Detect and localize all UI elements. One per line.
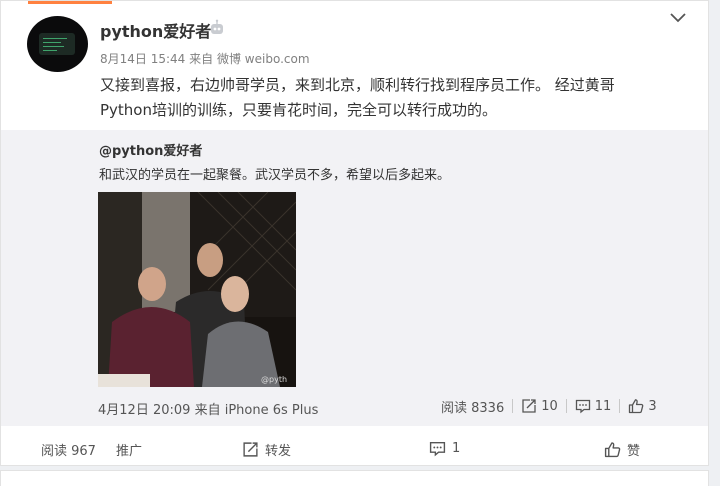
comment-count: 1 (452, 441, 461, 456)
repost-comment-button[interactable]: 11 (575, 398, 612, 414)
repost-count: 10 (541, 398, 558, 414)
post-username[interactable]: python爱好者 (100, 18, 211, 42)
chevron-down-icon[interactable] (669, 11, 687, 25)
avatar-screen-graphic (39, 33, 75, 55)
photo-watermark: @pyth (261, 375, 288, 384)
comment-icon (575, 399, 590, 414)
avatar[interactable] (27, 16, 88, 72)
repost-text: 和武汉的学员在一起聚餐。武汉学员不多，希望以后多起来。 (99, 168, 451, 183)
repost-time[interactable]: 4月12日 20:09 (98, 403, 190, 418)
promote-button[interactable]: 推广 (116, 440, 142, 459)
repost-icon (243, 442, 258, 457)
divider (619, 399, 621, 413)
divider (565, 399, 567, 413)
repost-read-count: 阅读 8336 (441, 400, 505, 416)
post-read-count: 阅读 967 (41, 444, 96, 459)
repost-stats: 阅读 8336 10 11 3 (441, 397, 657, 416)
thumbs-up-icon (604, 442, 621, 458)
post-action-bar: 阅读 967 推广 转发 1 赞 (1, 429, 708, 466)
active-tab-indicator (28, 1, 112, 4)
weibo-post-card: python爱好者 8月14日 15:44 来自 微博 weibo.com 又接… (0, 0, 709, 466)
from-label: 来自 (189, 52, 214, 66)
like-label: 赞 (627, 444, 641, 459)
like-count: 3 (648, 398, 657, 414)
divider (512, 399, 514, 413)
post-meta: 8月14日 15:44 来自 微博 weibo.com (100, 50, 310, 67)
next-post-card-edge (0, 470, 709, 486)
repost-repost-button[interactable]: 10 (521, 398, 558, 414)
repost-username[interactable]: @python爱好者 (99, 140, 202, 159)
repost-icon (522, 399, 536, 413)
reposted-content: @python爱好者 和武汉的学员在一起聚餐。武汉学员不多，希望以后多起来。 @… (1, 130, 708, 426)
robot-badge-icon[interactable] (208, 19, 226, 37)
comment-icon (429, 441, 446, 457)
repost-label: 转发 (265, 444, 292, 459)
repost-button[interactable]: 转发 (242, 440, 291, 459)
post-text: 又接到喜报，右边帅哥学员，来到北京，顺利转行找到程序员工作。 经过黄哥 Pyth… (100, 73, 675, 123)
comment-button[interactable]: 1 (429, 440, 460, 457)
like-button[interactable]: 赞 (604, 440, 640, 459)
repost-photo[interactable]: @pyth (98, 192, 296, 387)
repost-like-button[interactable]: 3 (628, 398, 657, 414)
repost-meta: 4月12日 20:09 来自 iPhone 6s Plus (98, 399, 318, 418)
photo-scene (98, 192, 296, 387)
post-text-line: Python培训的训练，只要肯花时间，完全可以转行成功的。 (100, 101, 497, 119)
from-label: 来自 (194, 403, 221, 418)
comment-count: 11 (594, 398, 612, 414)
post-time[interactable]: 8月14日 15:44 (100, 52, 185, 66)
thumbs-up-icon (629, 399, 644, 414)
post-source[interactable]: 微博 weibo.com (217, 52, 310, 66)
repost-source: iPhone 6s Plus (224, 403, 319, 418)
post-text-line: 又接到喜报，右边帅哥学员，来到北京，顺利转行找到程序员工作。 经过黄哥 (100, 76, 615, 94)
